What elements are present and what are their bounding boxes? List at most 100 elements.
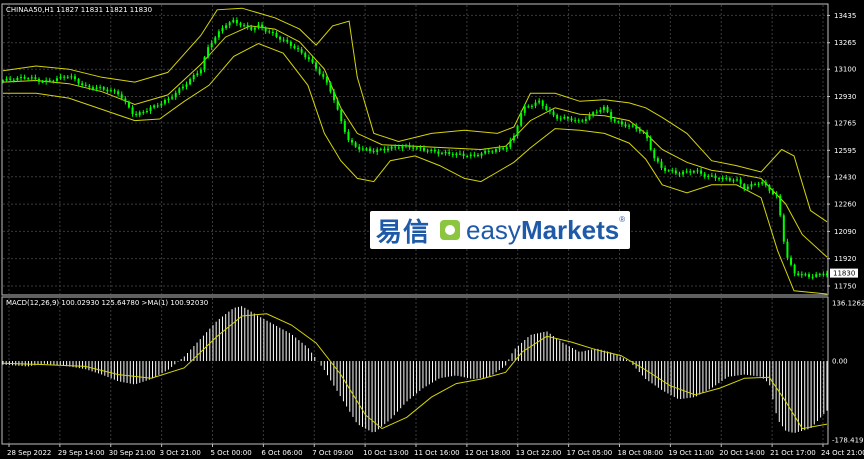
candle-body: [502, 147, 505, 150]
candle-body: [455, 153, 458, 156]
time-tick-label: 18 Oct 08:00: [618, 449, 664, 457]
current-price-marker: 11830: [830, 268, 858, 278]
candle-body: [243, 25, 246, 27]
candle-body: [358, 146, 361, 150]
candle-body: [638, 129, 641, 132]
candle-body: [462, 153, 465, 156]
candle-body: [775, 194, 778, 196]
candle-body: [678, 173, 681, 175]
time-tick-label: 19 Oct 11:00: [668, 449, 714, 457]
candle-body: [566, 117, 569, 119]
candle-body: [653, 149, 656, 159]
candle-body: [599, 110, 602, 112]
macd-header: MACD(12,26,9) 100.02930 125.64780 >MA(1)…: [6, 299, 208, 307]
candle-body: [178, 88, 181, 93]
candle-body: [703, 173, 706, 177]
candle-body: [383, 149, 386, 151]
candle-body: [405, 145, 408, 147]
candle-body: [73, 76, 76, 80]
price-tick-label: 12595: [834, 147, 856, 155]
candle-body: [743, 183, 746, 189]
time-tick-label: 29 Sep 14:00: [58, 449, 105, 457]
candle-body: [293, 45, 296, 49]
main-chart-border: [1, 3, 829, 296]
candle-body: [606, 106, 609, 113]
candle-body: [437, 151, 440, 154]
candle-body: [397, 147, 400, 149]
candle-body: [250, 27, 253, 30]
candle-body: [422, 148, 425, 151]
candle-body: [91, 87, 94, 89]
candle-body: [516, 125, 519, 136]
candle-body: [253, 27, 256, 30]
candle-body: [527, 106, 530, 108]
time-tick-label: 28 Sep 2022: [7, 449, 51, 457]
candle-body: [59, 76, 62, 79]
candle-body: [595, 111, 598, 113]
candle-body: [16, 77, 19, 81]
candle-body: [530, 105, 533, 107]
candle-body: [815, 274, 818, 277]
candle-body: [440, 152, 443, 154]
candle-body: [192, 75, 195, 80]
candle-body: [710, 175, 713, 177]
candle-body: [343, 121, 346, 132]
candle-body: [70, 76, 73, 78]
candle-body: [63, 76, 66, 78]
candle-body: [556, 115, 559, 119]
candle-body: [124, 98, 127, 102]
candle-body: [415, 147, 418, 149]
candle-body: [635, 126, 638, 130]
candle-body: [498, 147, 501, 150]
macd-panel-border: [1, 296, 829, 445]
candle-body: [48, 80, 51, 82]
candle-body: [120, 94, 123, 99]
candle-body: [286, 39, 289, 42]
price-tick-label: 11750: [834, 282, 856, 290]
candle-body: [153, 105, 156, 108]
candle-body: [325, 76, 328, 83]
candle-body: [754, 184, 757, 186]
candle-body: [167, 98, 170, 100]
candle-body: [728, 178, 731, 181]
candle-body: [646, 132, 649, 139]
price-tick-label: 13100: [834, 66, 856, 74]
time-tick-label: 3 Oct 21:00: [160, 449, 201, 457]
candle-body: [246, 25, 249, 28]
logo-mark-icon: [440, 220, 461, 240]
candle-body: [563, 117, 566, 119]
candle-body: [761, 182, 764, 184]
candle-body: [217, 31, 220, 38]
candle-body: [333, 91, 336, 101]
logo-brand-prefix: easy: [466, 214, 521, 245]
candle-body: [696, 170, 699, 172]
candle-body: [9, 78, 12, 80]
candle-body: [764, 182, 767, 186]
candle-body: [721, 177, 724, 180]
candle-body: [174, 92, 177, 98]
candle-body: [448, 152, 451, 155]
candle-body: [160, 103, 163, 106]
candle-body: [494, 149, 497, 152]
candle-body: [458, 153, 461, 155]
candle-body: [131, 107, 134, 114]
candle-body: [12, 79, 15, 81]
candle-body: [376, 149, 379, 153]
logo-chinese-text: 易信: [376, 217, 431, 248]
candle-body: [156, 105, 159, 107]
candle-body: [520, 112, 523, 126]
candle-body: [692, 171, 695, 173]
candle-body: [476, 154, 479, 156]
candle-body: [628, 125, 631, 127]
candle-body: [99, 87, 102, 89]
candle-body: [171, 97, 174, 99]
candle-body: [480, 153, 483, 156]
candle-body: [347, 131, 350, 141]
candle-body: [336, 100, 339, 110]
candle-body: [408, 145, 411, 148]
candle-body: [19, 77, 22, 79]
candle-body: [95, 87, 98, 89]
candle-body: [538, 100, 541, 103]
candle-body: [509, 140, 512, 148]
time-tick-label: 17 Oct 05:00: [567, 449, 613, 457]
